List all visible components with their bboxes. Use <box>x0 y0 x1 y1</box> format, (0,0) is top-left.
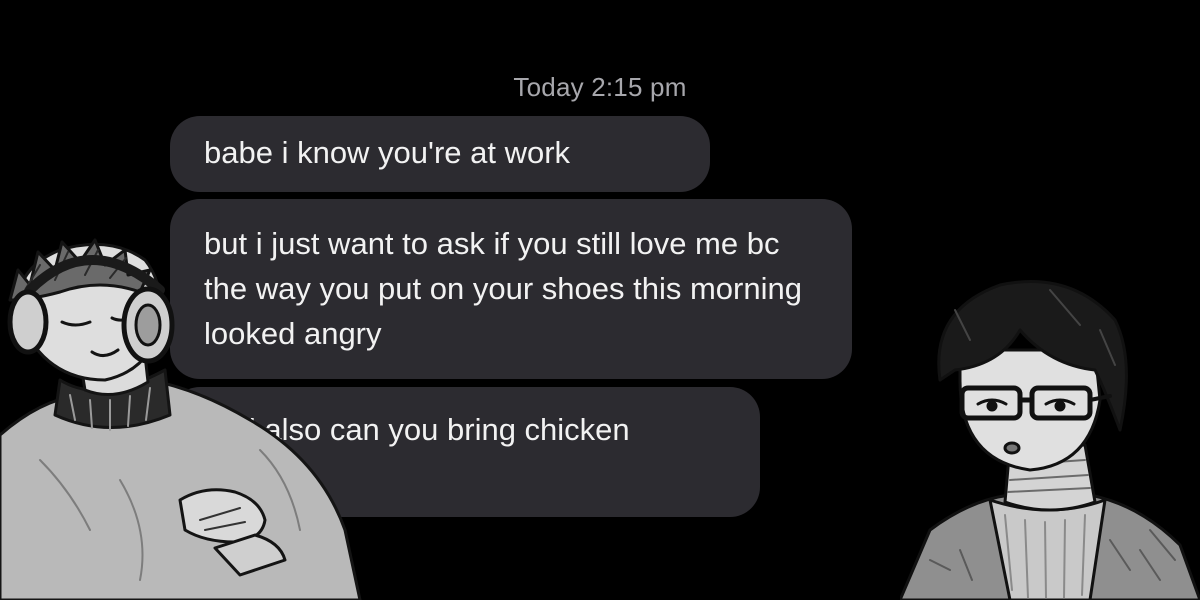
message-timestamp: Today 2:15 pm <box>513 72 687 102</box>
message-text: babe i know you're at work <box>204 135 571 170</box>
headphones-boy-drawing-icon <box>0 238 362 600</box>
message-screen: Today 2:15 pm babe i know you're at work… <box>0 0 1200 600</box>
message-bubble[interactable]: babe i know you're at work <box>170 116 710 192</box>
glasses-boy-drawing-icon <box>900 280 1200 600</box>
